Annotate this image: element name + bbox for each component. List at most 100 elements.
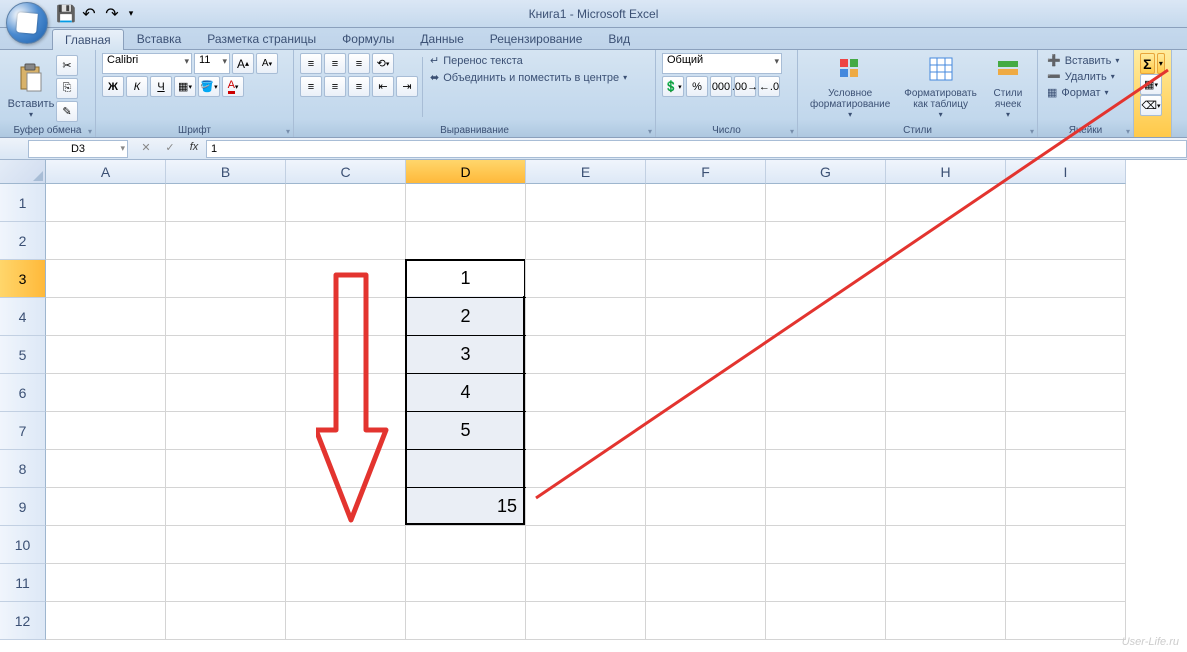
tab-home[interactable]: Главная xyxy=(52,29,124,50)
cell-H9[interactable] xyxy=(886,488,1006,526)
row-header-8[interactable]: 8 xyxy=(0,450,46,488)
cell-G1[interactable] xyxy=(766,184,886,222)
cell-B9[interactable] xyxy=(166,488,286,526)
cell-B4[interactable] xyxy=(166,298,286,336)
cell-C12[interactable] xyxy=(286,602,406,640)
cell-E2[interactable] xyxy=(526,222,646,260)
cell-F11[interactable] xyxy=(646,564,766,602)
undo-button[interactable]: ↶ xyxy=(79,4,99,24)
cell-H11[interactable] xyxy=(886,564,1006,602)
formula-input[interactable]: 1 xyxy=(206,140,1187,158)
cut-button[interactable]: ✂ xyxy=(56,55,78,76)
cell-F6[interactable] xyxy=(646,374,766,412)
cell-G7[interactable] xyxy=(766,412,886,450)
cell-D10[interactable] xyxy=(406,526,526,564)
cell-I4[interactable] xyxy=(1006,298,1126,336)
cell-B3[interactable] xyxy=(166,260,286,298)
enter-formula-button[interactable]: ✓ xyxy=(160,141,180,157)
cell-G6[interactable] xyxy=(766,374,886,412)
cell-E7[interactable] xyxy=(526,412,646,450)
cell-B12[interactable] xyxy=(166,602,286,640)
row-header-9[interactable]: 9 xyxy=(0,488,46,526)
cell-H1[interactable] xyxy=(886,184,1006,222)
cell-G11[interactable] xyxy=(766,564,886,602)
cell-H2[interactable] xyxy=(886,222,1006,260)
currency-button[interactable]: 💲▾ xyxy=(662,76,684,97)
cell-H6[interactable] xyxy=(886,374,1006,412)
cell-E4[interactable] xyxy=(526,298,646,336)
cell-F7[interactable] xyxy=(646,412,766,450)
cell-G9[interactable] xyxy=(766,488,886,526)
cell-F4[interactable] xyxy=(646,298,766,336)
cell-B8[interactable] xyxy=(166,450,286,488)
cell-E9[interactable] xyxy=(526,488,646,526)
col-header-C[interactable]: C xyxy=(286,160,406,184)
cell-G5[interactable] xyxy=(766,336,886,374)
cell-D9[interactable]: 15 xyxy=(406,488,526,526)
cell-E1[interactable] xyxy=(526,184,646,222)
cell-B7[interactable] xyxy=(166,412,286,450)
cell-H4[interactable] xyxy=(886,298,1006,336)
cell-G3[interactable] xyxy=(766,260,886,298)
cell-B2[interactable] xyxy=(166,222,286,260)
cell-C1[interactable] xyxy=(286,184,406,222)
row-header-11[interactable]: 11 xyxy=(0,564,46,602)
insert-cells-button[interactable]: ➕Вставить ▾ xyxy=(1044,53,1127,68)
decrease-indent-button[interactable]: ⇤ xyxy=(372,76,394,97)
cell-A7[interactable] xyxy=(46,412,166,450)
font-size-combo[interactable]: 11 xyxy=(194,53,230,74)
tab-data[interactable]: Данные xyxy=(407,28,476,49)
cell-I7[interactable] xyxy=(1006,412,1126,450)
tab-insert[interactable]: Вставка xyxy=(124,28,195,49)
cell-E11[interactable] xyxy=(526,564,646,602)
row-header-4[interactable]: 4 xyxy=(0,298,46,336)
cell-A10[interactable] xyxy=(46,526,166,564)
fill-color-button[interactable]: 🪣▾ xyxy=(198,76,220,97)
cell-I3[interactable] xyxy=(1006,260,1126,298)
cell-C5[interactable] xyxy=(286,336,406,374)
cell-C11[interactable] xyxy=(286,564,406,602)
cell-I5[interactable] xyxy=(1006,336,1126,374)
cell-A6[interactable] xyxy=(46,374,166,412)
cell-D8[interactable] xyxy=(406,450,526,488)
format-painter-button[interactable]: ✎ xyxy=(56,101,78,122)
cell-E6[interactable] xyxy=(526,374,646,412)
cell-G10[interactable] xyxy=(766,526,886,564)
cell-A9[interactable] xyxy=(46,488,166,526)
col-header-F[interactable]: F xyxy=(646,160,766,184)
cell-A8[interactable] xyxy=(46,450,166,488)
cell-A11[interactable] xyxy=(46,564,166,602)
font-color-button[interactable]: A▾ xyxy=(222,76,244,97)
cell-A4[interactable] xyxy=(46,298,166,336)
cell-F12[interactable] xyxy=(646,602,766,640)
cell-E5[interactable] xyxy=(526,336,646,374)
active-cell[interactable]: 1 xyxy=(407,261,524,296)
cell-C8[interactable] xyxy=(286,450,406,488)
tab-formulas[interactable]: Формулы xyxy=(329,28,407,49)
align-middle-button[interactable]: ≡ xyxy=(324,53,346,74)
align-bottom-button[interactable]: ≡ xyxy=(348,53,370,74)
cancel-formula-button[interactable]: ✕ xyxy=(136,141,156,157)
italic-button[interactable]: К xyxy=(126,76,148,97)
decrease-font-button[interactable]: A▾ xyxy=(256,53,278,74)
row-header-7[interactable]: 7 xyxy=(0,412,46,450)
row-header-6[interactable]: 6 xyxy=(0,374,46,412)
wrap-text-button[interactable]: ↵Перенос текста xyxy=(427,53,630,68)
cell-C9[interactable] xyxy=(286,488,406,526)
cell-B10[interactable] xyxy=(166,526,286,564)
cell-F2[interactable] xyxy=(646,222,766,260)
cell-D7[interactable]: 5 xyxy=(406,412,526,450)
cell-E12[interactable] xyxy=(526,602,646,640)
font-name-combo[interactable]: Calibri xyxy=(102,53,192,74)
number-format-combo[interactable]: Общий xyxy=(662,53,782,74)
tab-review[interactable]: Рецензирование xyxy=(477,28,596,49)
cell-I6[interactable] xyxy=(1006,374,1126,412)
row-header-1[interactable]: 1 xyxy=(0,184,46,222)
cell-C7[interactable] xyxy=(286,412,406,450)
cell-G8[interactable] xyxy=(766,450,886,488)
row-header-2[interactable]: 2 xyxy=(0,222,46,260)
align-right-button[interactable]: ≡ xyxy=(348,76,370,97)
cell-H5[interactable] xyxy=(886,336,1006,374)
cell-D1[interactable] xyxy=(406,184,526,222)
merge-center-button[interactable]: ⬌Объединить и поместить в центре ▾ xyxy=(427,70,630,85)
